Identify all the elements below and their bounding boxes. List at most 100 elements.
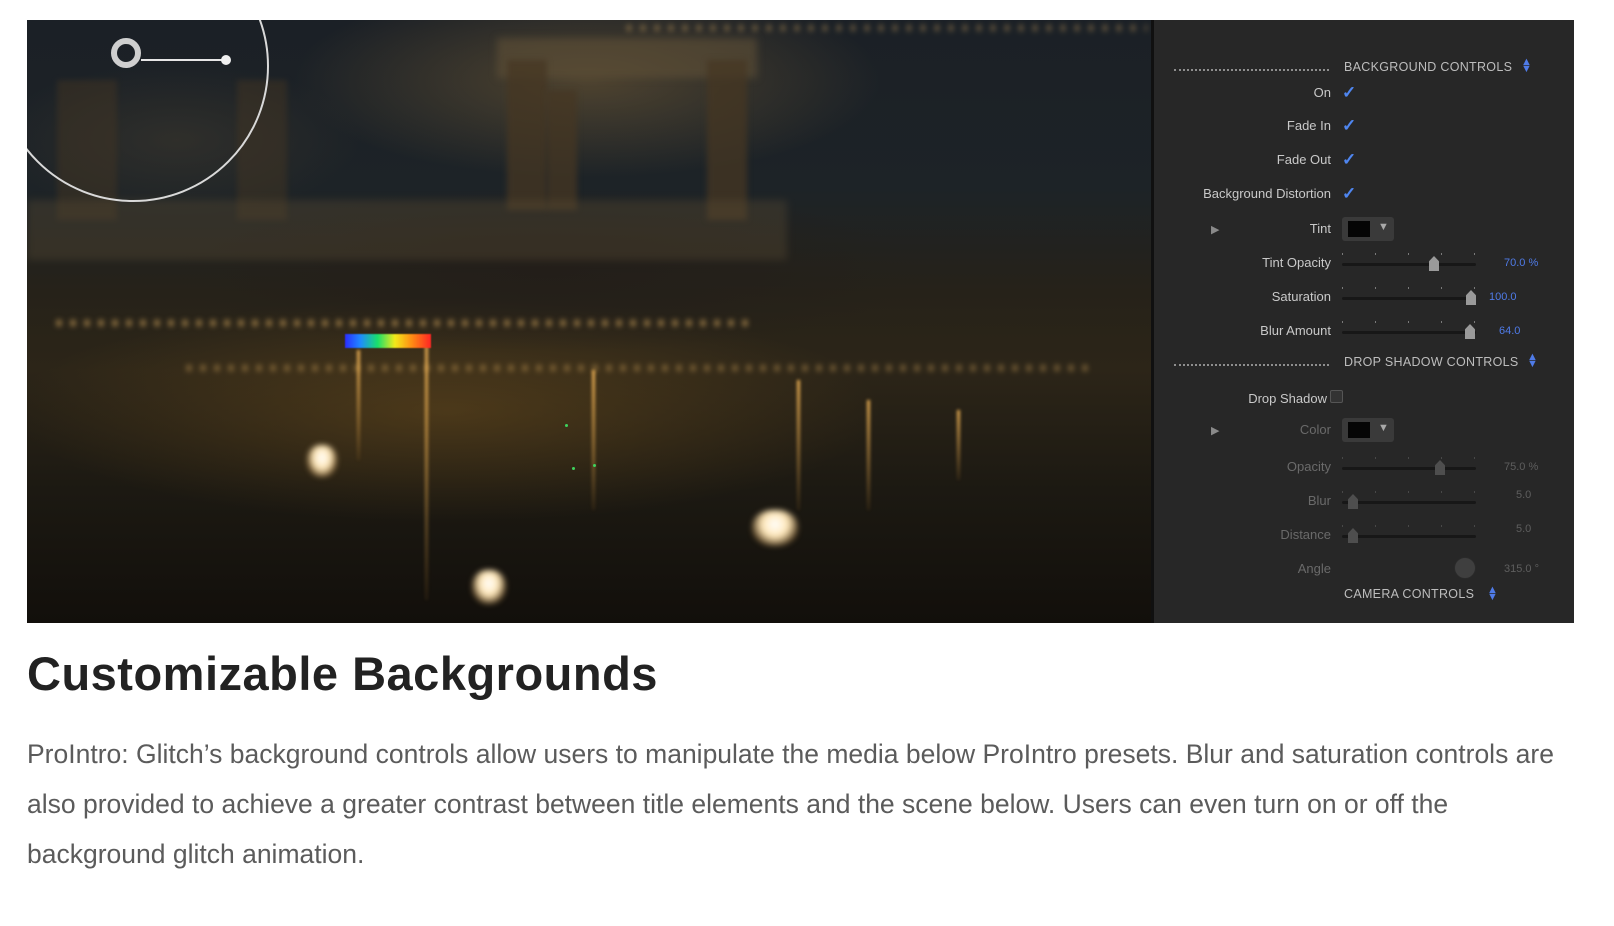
slider-track xyxy=(1342,467,1476,470)
shadow-color-label: Color xyxy=(1299,422,1331,437)
section-title: DROP SHADOW CONTROLS xyxy=(1344,355,1519,369)
background-controls-header[interactable]: BACKGROUND CONTROLS ▲ ▼ xyxy=(1154,57,1574,78)
shadow-angle-value[interactable]: 315.0 ° xyxy=(1504,563,1539,575)
section-divider xyxy=(1174,364,1329,366)
light-streak xyxy=(957,410,960,480)
shadow-color-row: ▶ Color ▼ xyxy=(1154,418,1574,444)
lamp-glow xyxy=(472,570,506,604)
tint-row: ▶ Tint ▼ xyxy=(1154,217,1574,243)
shadow-angle-label: Angle xyxy=(1297,561,1331,576)
fade-in-row: Fade In ✓ xyxy=(1154,114,1574,140)
drop-shadow-row: Drop Shadow xyxy=(1154,387,1574,413)
checkmark-icon[interactable]: ✓ xyxy=(1342,117,1358,134)
shadow-opacity-value[interactable]: 75.0 % xyxy=(1504,461,1538,473)
slider-ticks xyxy=(1342,287,1476,289)
lamp-glow xyxy=(752,510,798,546)
slider-track xyxy=(1342,535,1476,538)
blur-amount-slider[interactable] xyxy=(1342,321,1476,341)
background-distortion-label: Background Distortion xyxy=(1203,186,1331,201)
slider-thumb[interactable] xyxy=(1348,494,1358,509)
shadow-angle-row: Angle 315.0 ° xyxy=(1154,557,1574,583)
on-row: On ✓ xyxy=(1154,81,1574,107)
slider-track xyxy=(1342,263,1476,266)
distortion-direction-handle[interactable] xyxy=(221,55,231,65)
slider-track xyxy=(1342,501,1476,504)
slider-thumb[interactable] xyxy=(1429,256,1439,271)
shadow-opacity-slider[interactable] xyxy=(1342,457,1476,477)
shadow-distance-slider[interactable] xyxy=(1342,525,1476,545)
light-streak xyxy=(867,400,870,510)
light-reflections xyxy=(187,365,1087,371)
pier-post xyxy=(707,60,747,220)
fade-in-label: Fade In xyxy=(1286,118,1331,133)
up-down-icon[interactable]: ▲ ▼ xyxy=(1487,585,1498,603)
shadow-distance-row: Distance 5.0 xyxy=(1154,523,1574,549)
light-reflections xyxy=(57,320,757,326)
shadow-distance-value[interactable]: 5.0 xyxy=(1516,523,1531,535)
slider-ticks xyxy=(1342,321,1476,323)
shadow-blur-label: Blur xyxy=(1307,493,1331,508)
saturation-row: Saturation 100.0 xyxy=(1154,285,1574,311)
shadow-color-well[interactable]: ▼ xyxy=(1342,418,1394,442)
drop-shadow-checkbox[interactable] xyxy=(1330,390,1343,403)
distortion-radius-circle[interactable] xyxy=(27,20,269,202)
checkmark-icon[interactable]: ✓ xyxy=(1342,84,1358,101)
tint-opacity-label: Tint Opacity xyxy=(1262,255,1331,270)
up-down-icon[interactable]: ▲ ▼ xyxy=(1521,57,1532,75)
pier-post xyxy=(507,60,547,210)
fade-out-row: Fade Out ✓ xyxy=(1154,148,1574,174)
shadow-color-chip xyxy=(1348,422,1370,438)
slider-track xyxy=(1342,297,1476,300)
slider-ticks xyxy=(1342,253,1476,255)
shadow-blur-value[interactable]: 5.0 xyxy=(1516,489,1531,501)
disclosure-triangle-icon[interactable]: ▶ xyxy=(1211,424,1219,437)
section-heading: Customizable Backgrounds xyxy=(27,647,658,700)
slider-ticks xyxy=(1342,491,1476,493)
up-down-icon[interactable]: ▲ ▼ xyxy=(1527,352,1538,370)
inspector-panel: BACKGROUND CONTROLS ▲ ▼ On ✓ Fade In ✓ Fa… xyxy=(1151,20,1574,623)
disclosure-triangle-icon[interactable]: ▶ xyxy=(1211,223,1219,236)
camera-controls-header[interactable]: CAMERA CONTROLS ▲ ▼ xyxy=(1154,585,1574,606)
pier-post xyxy=(547,90,577,210)
pier-shadow xyxy=(27,200,787,260)
drop-shadow-controls-header[interactable]: DROP SHADOW CONTROLS ▲ ▼ xyxy=(1154,352,1574,373)
shadow-distance-label: Distance xyxy=(1280,527,1331,542)
slider-thumb[interactable] xyxy=(1435,460,1445,475)
shadow-blur-row: Blur 5.0 xyxy=(1154,489,1574,515)
angle-dial[interactable] xyxy=(1454,557,1476,579)
saturation-label: Saturation xyxy=(1271,289,1331,304)
tint-opacity-slider[interactable] xyxy=(1342,253,1476,273)
rgb-glitch-bar xyxy=(345,334,431,348)
light-reflections xyxy=(627,25,1147,31)
drop-shadow-label: Drop Shadow xyxy=(1248,391,1327,406)
checkmark-icon[interactable]: ✓ xyxy=(1342,151,1358,168)
light-streak xyxy=(592,370,595,510)
shadow-blur-slider[interactable] xyxy=(1342,491,1476,511)
tint-label: Tint xyxy=(1309,221,1331,236)
slider-thumb[interactable] xyxy=(1466,290,1476,305)
green-spark xyxy=(565,424,568,427)
slider-thumb[interactable] xyxy=(1348,528,1358,543)
tint-opacity-row: Tint Opacity 70.0 % xyxy=(1154,251,1574,277)
checkmark-icon[interactable]: ✓ xyxy=(1342,185,1358,202)
distortion-center-handle[interactable] xyxy=(111,38,141,68)
slider-thumb[interactable] xyxy=(1465,324,1475,339)
slider-track xyxy=(1342,331,1476,334)
slider-ticks xyxy=(1342,525,1476,527)
green-spark xyxy=(572,467,575,470)
saturation-slider[interactable] xyxy=(1342,287,1476,307)
tint-color-chip xyxy=(1348,221,1370,237)
shadow-opacity-row: Opacity 75.0 % xyxy=(1154,455,1574,481)
tint-opacity-value[interactable]: 70.0 % xyxy=(1504,257,1538,269)
saturation-value[interactable]: 100.0 xyxy=(1489,291,1517,303)
blur-amount-value[interactable]: 64.0 xyxy=(1499,325,1520,337)
background-distortion-row: Background Distortion ✓ xyxy=(1154,182,1574,208)
light-streak xyxy=(357,350,360,460)
blur-amount-row: Blur Amount 64.0 xyxy=(1154,319,1574,345)
shadow-opacity-label: Opacity xyxy=(1286,459,1331,474)
tint-color-well[interactable]: ▼ xyxy=(1342,217,1394,241)
blur-amount-label: Blur Amount xyxy=(1260,323,1331,338)
green-spark xyxy=(593,464,596,467)
distortion-direction-line xyxy=(141,59,225,61)
slider-ticks xyxy=(1342,457,1476,459)
